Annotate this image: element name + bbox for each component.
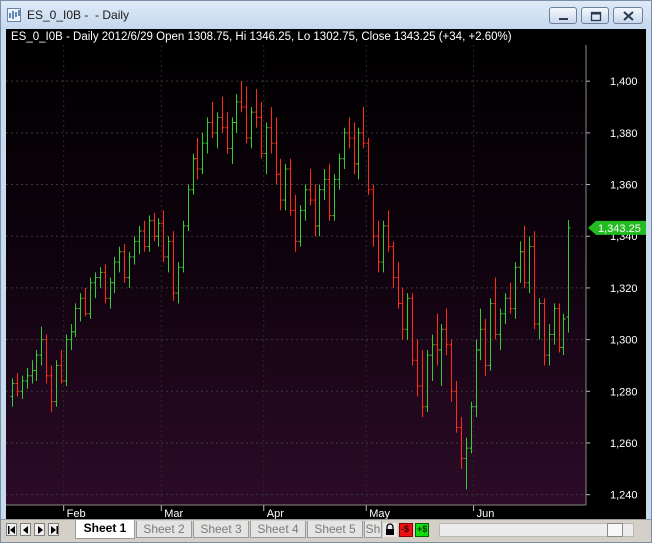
first-sheet-button[interactable]: [6, 523, 17, 536]
close-icon: [623, 11, 634, 21]
y-tick-label: 1,300: [610, 335, 638, 347]
close-button[interactable]: [613, 7, 643, 24]
tab-sheet-4[interactable]: Sheet 4: [250, 521, 306, 538]
last-icon: [51, 526, 58, 534]
y-tick-label: 1,280: [610, 386, 638, 398]
scrollbar-thumb[interactable]: [607, 523, 623, 537]
chart-window: ES_0_I0B - - Daily 1,240 1,260 1,280 1,3…: [0, 0, 652, 543]
last-price-label: 1,343.25: [598, 223, 641, 235]
minimize-icon: [559, 18, 568, 20]
chart-area[interactable]: 1,240 1,260 1,280 1,300 1,320 1,340 1,360 1,380…: [6, 29, 646, 519]
restore-icon: [590, 11, 602, 22]
tab-sheet-3[interactable]: Sheet 3: [193, 521, 249, 538]
chart-header-info: ES_0_I0B - Daily 2012/6/29 Open 1308.75,…: [11, 31, 512, 43]
sell-button[interactable]: -$: [399, 523, 413, 537]
y-tick-label: 1,360: [610, 180, 638, 192]
lock-toggle[interactable]: [383, 523, 397, 537]
lock-icon: [386, 523, 394, 535]
y-tick-label: 1,380: [610, 128, 638, 140]
buy-label: +$: [417, 524, 428, 534]
x-tick-label: Feb: [67, 508, 86, 519]
buy-button[interactable]: +$: [415, 523, 429, 537]
last-sheet-button[interactable]: [48, 523, 59, 536]
y-tick-label: 1,320: [610, 283, 638, 295]
horizontal-scrollbar[interactable]: [439, 523, 634, 537]
title-bar[interactable]: ES_0_I0B - - Daily: [1, 1, 651, 29]
window-title: ES_0_I0B - - Daily: [27, 8, 130, 22]
x-tick-label: Apr: [267, 508, 284, 519]
chart-app-icon: [7, 8, 21, 22]
sheet-tab-bar: Sheet 1 Sheet 2 Sheet 3 Sheet 4 Sheet 5 …: [1, 519, 651, 542]
sell-label: -$: [401, 524, 410, 534]
next-sheet-button[interactable]: [34, 523, 45, 536]
x-tick-label: Jun: [477, 508, 495, 519]
x-tick-label: Mar: [164, 508, 183, 519]
next-icon: [38, 526, 43, 534]
tab-sheet-5[interactable]: Sheet 5: [307, 521, 363, 538]
y-tick-label: 1,260: [610, 438, 638, 450]
tab-sheet-1[interactable]: Sheet 1: [75, 520, 135, 539]
x-tick-label: May: [369, 508, 390, 519]
minimize-button[interactable]: [549, 7, 577, 24]
first-icon: [8, 526, 15, 534]
last-price-marker: 1,343.25: [588, 220, 646, 235]
prev-icon: [23, 526, 28, 534]
price-chart[interactable]: 1,2401,2601,2801,3001,3201,3401,3601,380…: [6, 29, 646, 519]
tab-sheet-2[interactable]: Sheet 2: [136, 521, 192, 538]
tab-sheet-6-partial[interactable]: Sh: [364, 521, 382, 538]
prev-sheet-button[interactable]: [20, 523, 31, 536]
restore-button[interactable]: [581, 7, 609, 24]
plot-background: [6, 45, 586, 505]
y-tick-label: 1,240: [610, 490, 638, 502]
y-tick-label: 1,400: [610, 76, 638, 88]
